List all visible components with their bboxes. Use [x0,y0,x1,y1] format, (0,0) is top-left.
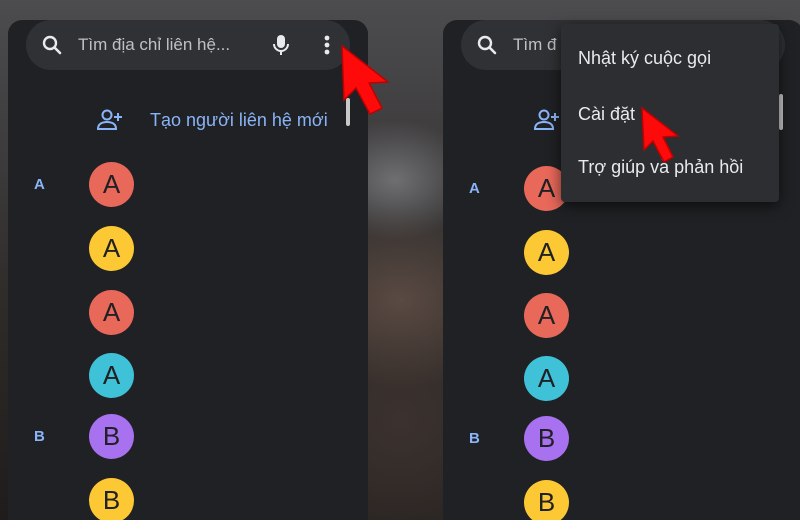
avatar[interactable]: A [89,353,134,398]
avatar[interactable]: A [89,162,134,207]
avatar[interactable]: A [524,230,569,275]
avatar-initial: A [102,360,121,390]
contacts-screen-left: Tìm địa chỉ liên hệ... Tạo người liên hệ… [8,20,368,520]
search-icon[interactable] [475,33,499,57]
avatar-initial: B [537,487,556,517]
search-icon[interactable] [40,33,64,57]
scrollbar[interactable] [779,94,783,130]
avatar[interactable]: B [524,480,569,520]
menu-item-call-log[interactable]: Nhật ký cuộc gọi [578,48,711,69]
avatar-initial: A [102,233,121,263]
person-add-icon [533,109,559,130]
avatar-initial: B [537,423,556,453]
search-input[interactable]: Tìm địa chỉ liên hệ... [78,35,270,55]
avatar-initial: A [102,169,121,199]
avatar-initial: A [537,300,556,330]
avatar-initial: A [537,173,556,203]
red-arrow-cursor-icon [641,106,681,164]
create-contact-button[interactable] [533,108,561,132]
avatar-initial: A [537,237,556,267]
menu-item-settings[interactable]: Cài đặt [578,104,635,125]
avatar-initial: B [102,485,121,515]
avatar[interactable]: A [524,293,569,338]
red-arrow-cursor-icon [341,44,391,115]
search-bar[interactable]: Tìm địa chỉ liên hệ... [26,20,350,70]
section-letter-b: B [469,430,480,447]
avatar-initial: B [102,421,121,451]
avatar-initial: A [102,297,121,327]
avatar-initial: A [537,363,556,393]
avatar[interactable]: B [89,414,134,459]
section-letter-a: A [469,180,480,197]
create-contact-label: Tạo người liên hệ mới [150,109,328,130]
avatar[interactable]: A [89,226,134,271]
section-letter-a: A [34,176,45,193]
avatar[interactable]: B [89,478,134,520]
avatar[interactable]: A [89,290,134,335]
create-contact-button[interactable]: Tạo người liên hệ mới [96,108,328,132]
mic-icon[interactable] [270,33,292,57]
section-letter-b: B [34,428,45,445]
avatar[interactable]: B [524,416,569,461]
avatar[interactable]: A [524,356,569,401]
person-add-icon [96,109,122,130]
more-vert-icon[interactable] [322,33,332,57]
